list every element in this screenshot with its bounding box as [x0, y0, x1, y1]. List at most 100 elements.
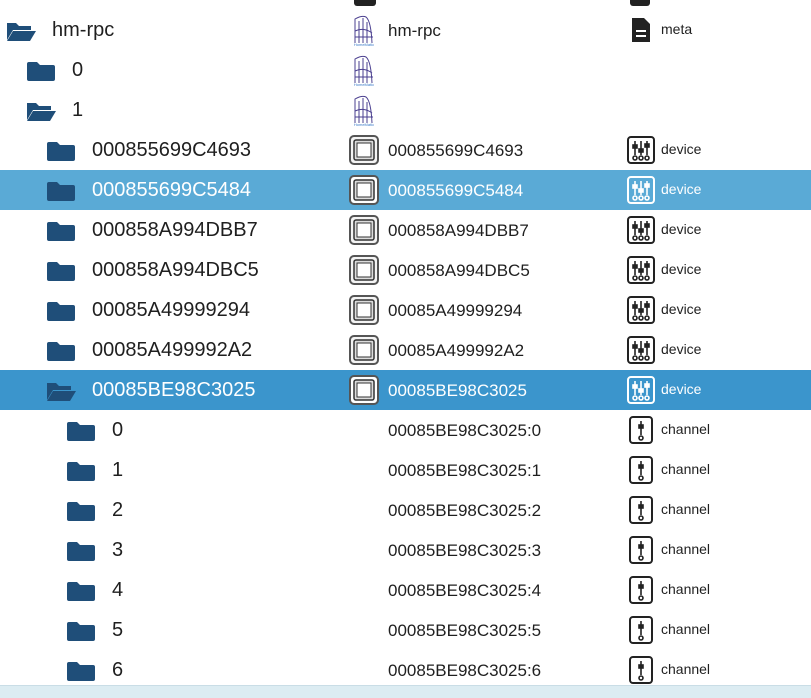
- device-square-icon: [349, 295, 379, 325]
- folder-icon[interactable]: [66, 579, 96, 603]
- object-name-cell: 000858A994DBC5: [388, 261, 530, 280]
- tree-item-name[interactable]: 1: [112, 458, 123, 482]
- object-type-label: channel: [661, 421, 711, 437]
- object-name-cell: 00085BE98C3025:2: [388, 501, 542, 520]
- folder-icon[interactable]: [66, 499, 96, 523]
- object-name-cell: 00085BE98C3025:3: [388, 541, 542, 560]
- tree-row[interactable]: 0 HomeMatic: [0, 50, 811, 90]
- sliders-icon: [627, 296, 655, 324]
- folder-open-icon[interactable]: [46, 379, 76, 403]
- object-type-label: device: [661, 261, 702, 277]
- channel-icon: [627, 496, 655, 524]
- device-square-icon: [349, 175, 379, 205]
- file-icon: [627, 16, 655, 44]
- tree-row[interactable]: 5 00085BE98C3025:5 channel: [0, 610, 811, 650]
- channel-icon: [627, 616, 655, 644]
- tree-row[interactable]: 00085A499992A2 00085A499992A2 device: [0, 330, 811, 370]
- sliders-icon: [627, 176, 655, 204]
- tree-item-name[interactable]: 0: [112, 418, 123, 442]
- object-type-label: device: [661, 381, 702, 397]
- object-type-label: device: [661, 341, 702, 357]
- object-name-cell: 00085BE98C3025:0: [388, 421, 542, 440]
- tree-row[interactable]: 1 HomeMatic: [0, 90, 811, 130]
- folder-icon[interactable]: [26, 59, 56, 83]
- object-type-label: channel: [661, 541, 711, 557]
- object-name-cell: 00085BE98C3025:1: [388, 461, 542, 480]
- object-type-label: device: [661, 181, 702, 197]
- tree-item-name[interactable]: 6: [112, 658, 123, 682]
- tree-item-name[interactable]: 5: [112, 618, 123, 642]
- tree-row[interactable]: 000858A994DBC5 000858A994DBC5 device: [0, 250, 811, 290]
- tree-item-name[interactable]: 1: [72, 98, 83, 122]
- device-square-icon: [349, 375, 379, 405]
- tree-item-name[interactable]: 2: [112, 498, 123, 522]
- folder-icon[interactable]: [66, 459, 96, 483]
- folder-icon[interactable]: [46, 179, 76, 203]
- sliders-icon: [627, 256, 655, 284]
- tree-row[interactable]: 00085BE98C3025 00085BE98C3025 device: [0, 370, 811, 410]
- folder-icon[interactable]: [46, 299, 76, 323]
- sliders-icon: [627, 336, 655, 364]
- tree-row[interactable]: 000855699C4693 000855699C4693 device: [0, 130, 811, 170]
- object-name-cell: hm-rpc: [388, 21, 441, 40]
- tree-row[interactable]: 000855699C5484 000855699C5484 device: [0, 170, 811, 210]
- device-square-icon: [349, 215, 379, 245]
- tree-item-name[interactable]: 000855699C4693: [92, 138, 251, 162]
- channel-icon: [627, 416, 655, 444]
- tree-row[interactable]: 4 00085BE98C3025:4 channel: [0, 570, 811, 610]
- object-type-label: device: [661, 221, 702, 237]
- sliders-icon: [627, 136, 655, 164]
- sliders-icon: [627, 376, 655, 404]
- folder-icon[interactable]: [46, 219, 76, 243]
- tree-item-name[interactable]: 0: [72, 58, 83, 82]
- object-name-cell: 00085A499992A2: [388, 341, 525, 360]
- object-type-label: channel: [661, 501, 711, 517]
- tree-row[interactable]: hm-rpc HomeMatic hm-rpc meta: [0, 10, 811, 50]
- folder-open-icon[interactable]: [26, 99, 56, 123]
- object-name-cell: 00085BE98C3025:6: [388, 661, 542, 680]
- object-name-cell: 000858A994DBB7: [388, 221, 529, 240]
- object-name-cell: 00085A49999294: [388, 301, 523, 320]
- folder-icon[interactable]: [46, 339, 76, 363]
- tree-row[interactable]: 00085A49999294 00085A49999294 device: [0, 290, 811, 330]
- tree-row[interactable]: 1 00085BE98C3025:1 channel: [0, 450, 811, 490]
- tree-item-name[interactable]: 000855699C5484: [92, 178, 251, 202]
- homematic-logo-icon: HomeMatic: [352, 13, 376, 47]
- tree-item-name[interactable]: 00085A499992A2: [92, 338, 252, 362]
- channel-icon: [627, 656, 655, 684]
- device-square-icon: [349, 135, 379, 165]
- tree-item-name[interactable]: hm-rpc: [52, 18, 114, 42]
- object-type-label: channel: [661, 581, 711, 597]
- channel-icon: [627, 536, 655, 564]
- object-type-label: channel: [661, 461, 711, 477]
- tree-item-name[interactable]: 00085BE98C3025: [92, 378, 255, 402]
- folder-icon[interactable]: [66, 539, 96, 563]
- tree-item-name[interactable]: 4: [112, 578, 123, 602]
- folder-icon[interactable]: [66, 619, 96, 643]
- tree-item-name[interactable]: 000858A994DBC5: [92, 258, 259, 282]
- tree-row[interactable]: 3 00085BE98C3025:3 channel: [0, 530, 811, 570]
- channel-icon: [627, 456, 655, 484]
- tree-item-name[interactable]: 000858A994DBB7: [92, 218, 258, 242]
- folder-icon[interactable]: [46, 259, 76, 283]
- tree-item-name[interactable]: 3: [112, 538, 123, 562]
- folder-icon[interactable]: [46, 139, 76, 163]
- tree-item-name[interactable]: 00085A49999294: [92, 298, 250, 322]
- folder-open-icon[interactable]: [6, 19, 36, 43]
- homematic-logo-icon: HomeMatic: [352, 93, 376, 127]
- tree-row[interactable]: 0 00085BE98C3025:0 channel: [0, 410, 811, 450]
- object-name-cell: 00085BE98C3025:5: [388, 621, 542, 640]
- object-type-label: channel: [661, 661, 711, 677]
- device-square-icon: [349, 335, 379, 365]
- tree-row[interactable]: 6 00085BE98C3025:6 channel: [0, 650, 811, 685]
- object-type-label: meta: [661, 21, 693, 37]
- tree-row[interactable]: 2 00085BE98C3025:2 channel: [0, 490, 811, 530]
- object-type-label: channel: [661, 621, 711, 637]
- channel-icon: [627, 576, 655, 604]
- folder-icon[interactable]: [66, 659, 96, 683]
- object-tree[interactable]: hm-rpc HomeMatic hm-rpc meta 0 HomeMatic 1 Home…: [0, 0, 811, 685]
- object-name-cell: 000855699C5484: [388, 181, 524, 200]
- tree-row[interactable]: 000858A994DBB7 000858A994DBB7 device: [0, 210, 811, 250]
- object-name-cell: 00085BE98C3025: [388, 381, 527, 400]
- folder-icon[interactable]: [66, 419, 96, 443]
